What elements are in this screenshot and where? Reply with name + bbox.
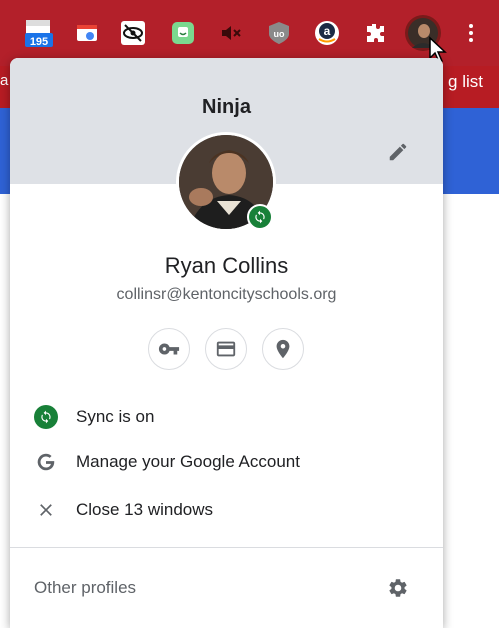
key-icon	[158, 343, 180, 355]
svg-text:a: a	[324, 24, 331, 38]
sync-status-item[interactable]: Sync is on	[10, 397, 443, 437]
more-menu-icon[interactable]	[456, 18, 486, 48]
divider	[10, 547, 443, 548]
sync-status-label: Sync is on	[76, 407, 155, 426]
passwords-button[interactable]	[148, 328, 190, 370]
extensions-puzzle-icon[interactable]	[360, 18, 390, 48]
amazon-extension-icon[interactable]: a	[312, 18, 342, 48]
edit-profile-button[interactable]	[384, 138, 412, 166]
credit-card-icon	[216, 341, 236, 357]
mute-tab-extension-icon[interactable]	[216, 18, 246, 48]
other-profiles-label: Other profiles	[34, 578, 137, 597]
screencastify-extension-icon[interactable]	[168, 18, 198, 48]
sync-icon	[255, 210, 265, 224]
calendar-badge: 195	[30, 36, 48, 48]
account-email: collinsr@kentoncityschools.org	[116, 286, 337, 303]
manage-profiles-button[interactable]	[384, 574, 412, 602]
pencil-icon	[389, 143, 407, 161]
manage-google-account-item[interactable]: Manage your Google Account	[10, 442, 443, 482]
ublock-extension-icon[interactable]: uo	[264, 18, 294, 48]
window-extension-icon[interactable]	[72, 18, 102, 48]
gear-icon	[389, 579, 407, 597]
manage-google-account-label: Manage your Google Account	[76, 452, 300, 471]
location-pin-icon	[276, 339, 290, 359]
close-windows-item[interactable]: Close 13 windows	[10, 490, 443, 530]
profile-menu-popup: Ninja Ryan Collins collinsr@kentoncitysc…	[10, 58, 443, 628]
bookmark-fragment-right[interactable]: g list	[448, 72, 483, 92]
close-windows-label: Close 13 windows	[76, 500, 214, 519]
account-full-name: Ryan Collins	[164, 253, 289, 278]
payment-methods-button[interactable]	[205, 328, 247, 370]
addresses-button[interactable]	[262, 328, 304, 370]
sync-status-badge	[247, 204, 273, 230]
calendar-extension-icon[interactable]: 195	[24, 18, 54, 48]
sync-icon	[34, 405, 58, 429]
close-icon	[34, 498, 58, 522]
svg-text:uo: uo	[274, 29, 285, 39]
profile-name: Ninja	[202, 96, 251, 118]
bookmark-fragment-left[interactable]: a	[0, 72, 8, 89]
google-icon	[34, 450, 58, 474]
hide-eye-extension-icon[interactable]	[118, 18, 148, 48]
